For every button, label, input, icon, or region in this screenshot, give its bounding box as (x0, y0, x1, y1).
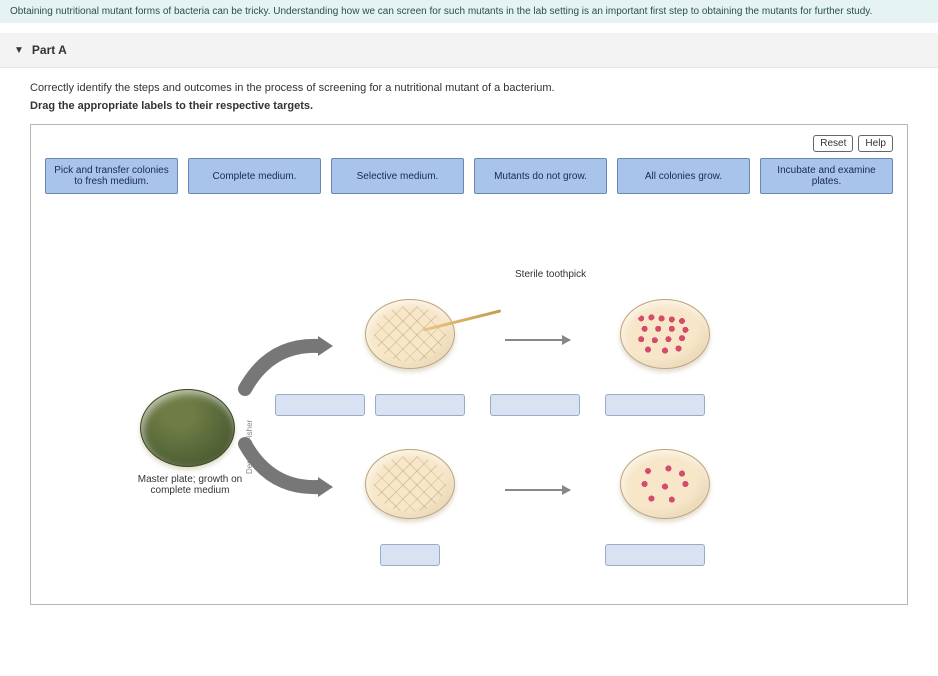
drag-label-pick[interactable]: Pick and transfer colonies to fresh medi… (45, 158, 178, 194)
arrow-up-icon (240, 334, 330, 394)
info-bar: Obtaining nutritional mutant forms of ba… (0, 0, 938, 23)
plate-bottom-1-icon (365, 449, 455, 519)
drop-target-top-4[interactable] (605, 394, 705, 416)
master-plate-label: Master plate; growth on complete medium (125, 474, 255, 496)
part-header[interactable]: ▼ Part A (0, 33, 938, 68)
plate-top-1-icon (365, 299, 455, 369)
drop-target-bottom-1[interactable] (380, 544, 440, 566)
drag-label-incubate[interactable]: Incubate and examine plates. (760, 158, 893, 194)
drag-instruction: Drag the appropriate labels to their res… (30, 100, 908, 112)
work-area: Reset Help Pick and transfer colonies to… (30, 124, 908, 605)
drop-target-bottom-2[interactable] (605, 544, 705, 566)
content-area: Correctly identify the steps and outcome… (0, 68, 938, 625)
plate-top-2-icon (620, 299, 710, 369)
drop-target-top-1[interactable] (275, 394, 365, 416)
drag-label-complete[interactable]: Complete medium. (188, 158, 321, 194)
part-title: Part A (32, 43, 67, 57)
question-prompt: Correctly identify the steps and outcome… (30, 82, 908, 94)
sterile-toothpick-label: Sterile toothpick (515, 269, 625, 280)
caret-down-icon: ▼ (14, 45, 24, 56)
drag-pool: Pick and transfer colonies to fresh medi… (45, 158, 893, 194)
drop-target-top-2[interactable] (375, 394, 465, 416)
arrow-bottom-icon (505, 489, 570, 491)
master-plate-icon (140, 389, 235, 467)
diagram: Master plate; growth on complete medium … (45, 224, 893, 584)
reset-button[interactable]: Reset (813, 135, 853, 152)
drag-label-mutants[interactable]: Mutants do not grow. (474, 158, 607, 194)
help-button[interactable]: Help (858, 135, 893, 152)
arrow-down-icon (240, 439, 330, 499)
drag-label-all[interactable]: All colonies grow. (617, 158, 750, 194)
drag-label-selective[interactable]: Selective medium. (331, 158, 464, 194)
arrow-top-icon (505, 339, 570, 341)
drop-target-top-3[interactable] (490, 394, 580, 416)
plate-bottom-2-icon (620, 449, 710, 519)
